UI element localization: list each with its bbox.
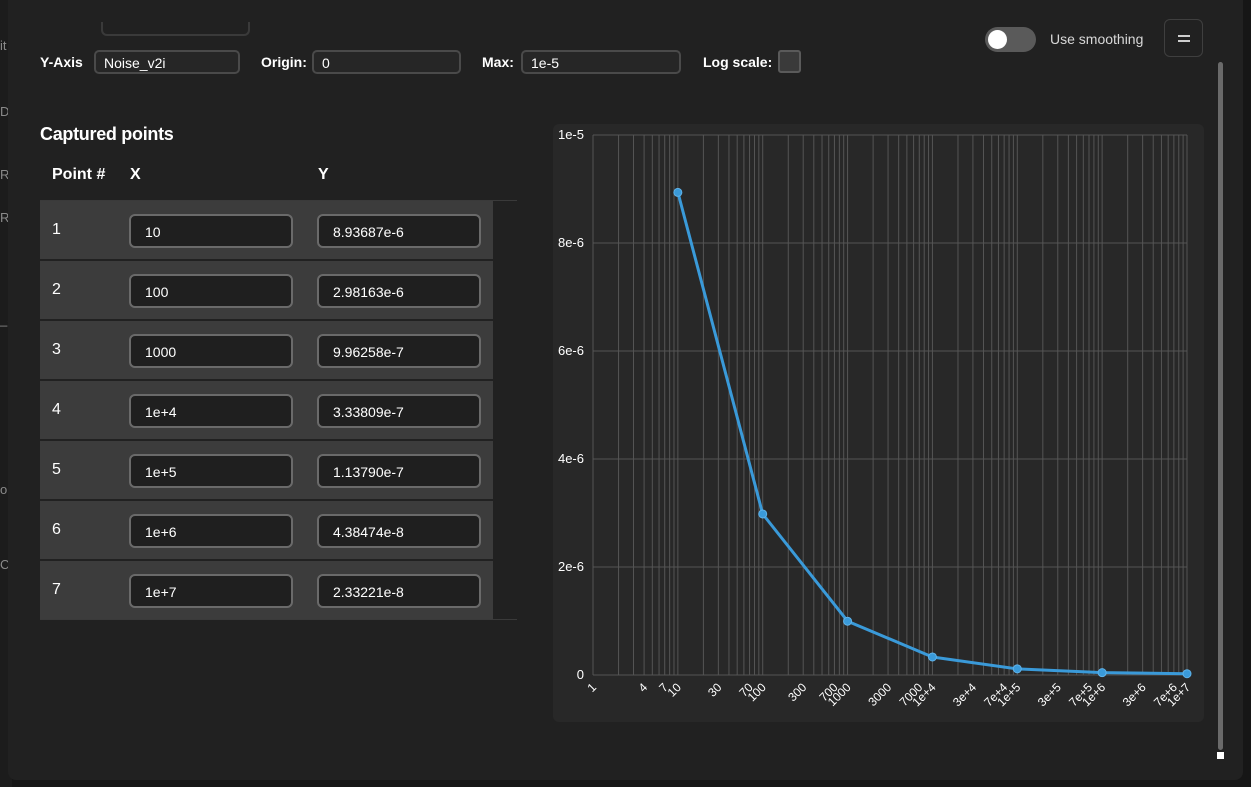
- y-axis-input[interactable]: Noise_v2i: [94, 50, 240, 74]
- table-row: 1 10 8.93687e-6: [40, 201, 493, 259]
- x-value-input[interactable]: 1e+6: [129, 514, 293, 548]
- origin-input[interactable]: 0: [312, 50, 461, 74]
- field-remnant: [101, 22, 250, 36]
- y-value-input[interactable]: 4.38474e-8: [317, 514, 481, 548]
- x-tick-label: 3e+6: [1120, 680, 1149, 709]
- data-point: [758, 509, 768, 519]
- table-row: 2 100 2.98163e-6: [40, 261, 493, 319]
- log-scale-label: Log scale:: [703, 54, 773, 70]
- x-tick-label: 1: [584, 680, 599, 695]
- point-number: 3: [52, 341, 61, 358]
- y-tick-label: 4e-6: [558, 451, 584, 466]
- data-point: [1182, 669, 1192, 679]
- scrollbar[interactable]: [1218, 62, 1223, 750]
- x-value-input[interactable]: 1e+4: [129, 394, 293, 428]
- toggle-knob: [988, 30, 1007, 49]
- x-value-input[interactable]: 1e+7: [129, 574, 293, 608]
- data-point: [843, 616, 853, 626]
- x-value-input[interactable]: 10: [129, 214, 293, 248]
- point-number: 5: [52, 461, 61, 478]
- plot-config-dialog: Y-Axis Noise_v2i Origin: 0 Max: 1e-5 Log…: [8, 0, 1243, 780]
- y-value-input[interactable]: 2.33221e-8: [317, 574, 481, 608]
- table-row: 5 1e+5 1.13790e-7: [40, 441, 493, 499]
- column-header-point: Point #: [52, 166, 106, 183]
- background-text: it: [0, 38, 7, 53]
- column-header-y: Y: [318, 166, 329, 183]
- max-label: Max:: [482, 54, 514, 70]
- y-tick-label: 6e-6: [558, 343, 584, 358]
- y-tick-label: 2e-6: [558, 559, 584, 574]
- y-value-input[interactable]: 9.96258e-7: [317, 334, 481, 368]
- resize-handle[interactable]: [1217, 752, 1224, 759]
- data-point: [1097, 668, 1107, 678]
- line-chart: 02e-64e-66e-68e-61e-51 4 710 30 70100 300 7001…: [558, 127, 1193, 709]
- table-row: 7 1e+7 2.33221e-8: [40, 561, 493, 619]
- x-tick-label: 3000: [865, 680, 894, 709]
- chart-panel: 0 2e-6 4e-6 6e-6 8e-6 1e-5 1 4 7 10 30 70 100 300 700 1…: [553, 124, 1204, 722]
- point-number: 1: [52, 221, 61, 238]
- table-row: 6 1e+6 4.38474e-8: [40, 501, 493, 559]
- y-axis-label: Y-Axis: [40, 54, 83, 70]
- point-number: 6: [52, 521, 61, 538]
- table-bottom-divider: [40, 619, 517, 620]
- captured-points-title: Captured points: [40, 124, 174, 144]
- x-tick-label: 3e+5: [1035, 680, 1064, 709]
- data-point: [1012, 664, 1022, 674]
- point-number: 2: [52, 281, 61, 298]
- y-tick-label: 8e-6: [558, 235, 584, 250]
- point-number: 4: [52, 401, 61, 418]
- y-value-input[interactable]: 8.93687e-6: [317, 214, 481, 248]
- x-tick-label: 300: [785, 680, 809, 704]
- x-tick-label: 4: [636, 680, 651, 695]
- smoothing-toggle[interactable]: [985, 27, 1036, 52]
- table-row: 3 1000 9.96258e-7: [40, 321, 493, 379]
- x-tick-label: 10: [665, 680, 685, 700]
- x-value-input[interactable]: 1000: [129, 334, 293, 368]
- data-point: [927, 652, 937, 662]
- y-value-input[interactable]: 3.33809e-7: [317, 394, 481, 428]
- x-tick-label: 3e+4: [950, 680, 979, 709]
- point-number: 7: [52, 581, 61, 598]
- x-value-input[interactable]: 100: [129, 274, 293, 308]
- menu-button[interactable]: [1164, 19, 1203, 57]
- table-row: 4 1e+4 3.33809e-7: [40, 381, 493, 439]
- x-value-input[interactable]: 1e+5: [129, 454, 293, 488]
- data-point: [673, 187, 683, 197]
- y-value-input[interactable]: 2.98163e-6: [317, 274, 481, 308]
- column-header-x: X: [130, 166, 141, 183]
- y-tick-label: 1e-5: [558, 127, 584, 142]
- smoothing-label: Use smoothing: [1050, 31, 1144, 47]
- log-scale-checkbox[interactable]: [778, 50, 801, 73]
- origin-label: Origin:: [261, 54, 307, 70]
- x-tick-label: 30: [705, 680, 725, 700]
- y-tick-label: 0: [577, 667, 584, 682]
- y-value-input[interactable]: 1.13790e-7: [317, 454, 481, 488]
- max-input[interactable]: 1e-5: [521, 50, 681, 74]
